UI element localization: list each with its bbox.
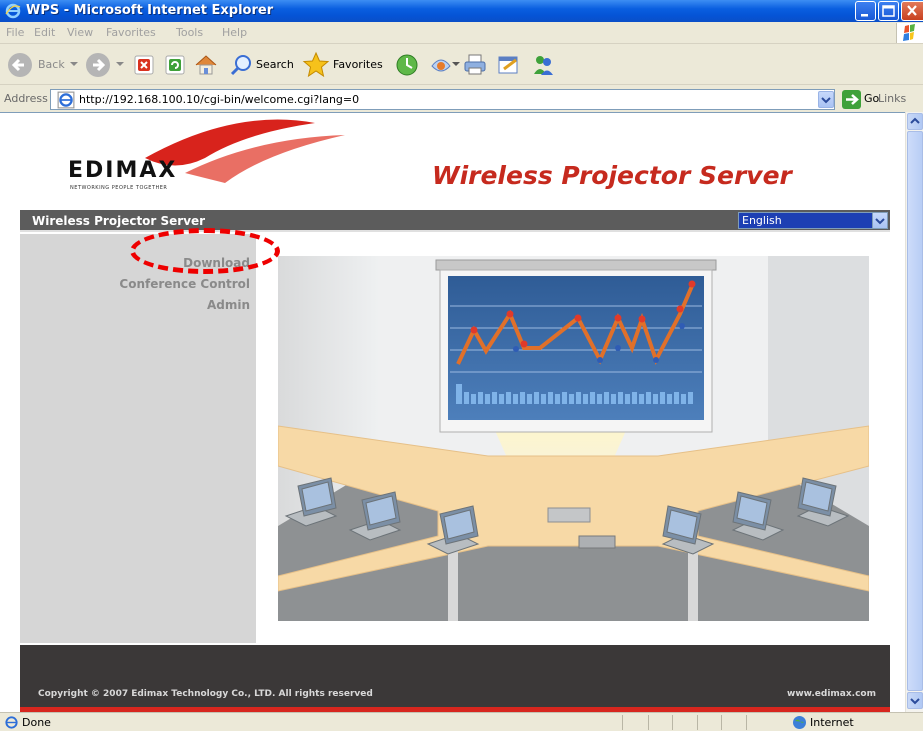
- history-icon[interactable]: [428, 52, 454, 78]
- conference-control-link[interactable]: Conference Control: [119, 277, 250, 291]
- address-dropdown-button[interactable]: [818, 91, 834, 108]
- status-separator: [672, 715, 673, 730]
- favorites-label[interactable]: Favorites: [333, 58, 383, 71]
- go-arrow-icon[interactable]: [842, 90, 861, 109]
- minimize-icon: [861, 14, 868, 17]
- close-icon: [907, 5, 917, 16]
- menu-edit[interactable]: Edit: [34, 26, 55, 39]
- status-separator: [746, 715, 747, 730]
- ie-page-icon: [5, 716, 18, 729]
- title-bar[interactable]: WPS - Microsoft Internet Explorer: [0, 0, 923, 22]
- side-menu: Download Conference Control Admin: [20, 234, 256, 643]
- conference-room-illustration: [278, 256, 869, 621]
- windows-flag-icon: [896, 23, 923, 43]
- security-zone: Internet: [810, 716, 854, 729]
- language-dropdown-button[interactable]: [872, 213, 887, 228]
- page-headline: Wireless Projector Server: [432, 161, 792, 190]
- status-separator: [622, 715, 623, 730]
- browser-window: WPS - Microsoft Internet Explorer File E…: [0, 0, 923, 731]
- stop-icon[interactable]: [133, 54, 155, 76]
- print-icon[interactable]: [462, 52, 488, 78]
- admin-link[interactable]: Admin: [207, 298, 250, 312]
- chevron-down-icon: [910, 698, 920, 705]
- page-viewport: EDIMAX NETWORKING PEOPLE TOGETHER Wirele…: [0, 112, 905, 712]
- address-label: Address: [4, 92, 48, 105]
- back-arrow-icon[interactable]: [6, 51, 34, 79]
- home-icon[interactable]: [193, 52, 219, 78]
- menu-favorites[interactable]: Favorites: [106, 26, 156, 39]
- favorites-star-icon[interactable]: [302, 51, 330, 79]
- search-icon[interactable]: [229, 53, 253, 77]
- ie-icon: [5, 3, 21, 19]
- internet-globe-icon: [793, 716, 806, 729]
- page-footer: Copyright © 2007 Edimax Technology Co., …: [20, 645, 890, 712]
- nav-title: Wireless Projector Server: [32, 214, 206, 228]
- back-label[interactable]: Back: [38, 58, 65, 71]
- links-button[interactable]: Links: [878, 92, 906, 105]
- chevron-down-icon: [821, 97, 831, 104]
- ie-page-icon: [57, 91, 75, 109]
- refresh-icon[interactable]: [164, 54, 186, 76]
- status-bar: Done Internet: [0, 712, 923, 731]
- maximize-icon: [882, 5, 895, 17]
- address-input[interactable]: http://192.168.100.10/cgi-bin/welcome.cg…: [50, 89, 835, 110]
- scroll-down-button[interactable]: [907, 692, 923, 709]
- go-button[interactable]: Go: [864, 92, 879, 105]
- status-separator: [721, 715, 722, 730]
- download-highlight-oval: [130, 228, 280, 274]
- menu-tools[interactable]: Tools: [176, 26, 203, 39]
- search-label[interactable]: Search: [256, 58, 294, 71]
- menu-help[interactable]: Help: [222, 26, 247, 39]
- minimize-button[interactable]: [855, 1, 876, 21]
- window-title: WPS - Microsoft Internet Explorer: [26, 3, 274, 18]
- footer-website-link[interactable]: www.edimax.com: [787, 689, 876, 699]
- chevron-down-icon[interactable]: [452, 62, 460, 68]
- menu-bar: File Edit View Favorites Tools Help: [0, 22, 923, 44]
- edimax-logo: EDIMAX: [68, 158, 178, 183]
- status-separator: [697, 715, 698, 730]
- chevron-down-icon[interactable]: [116, 62, 124, 68]
- status-text: Done: [22, 716, 51, 729]
- address-url[interactable]: http://192.168.100.10/cgi-bin/welcome.cg…: [79, 93, 359, 106]
- menu-file[interactable]: File: [6, 26, 24, 39]
- language-selected-value: English: [742, 214, 782, 227]
- scroll-thumb[interactable]: [907, 131, 923, 691]
- nav-bar: Wireless Projector Server English: [20, 210, 890, 232]
- edit-icon[interactable]: [496, 52, 522, 78]
- messenger-icon[interactable]: [530, 52, 556, 78]
- red-swoosh-graphic: [145, 119, 345, 183]
- address-bar: Address http://192.168.100.10/cgi-bin/we…: [0, 86, 923, 112]
- maximize-button[interactable]: [878, 1, 899, 21]
- media-icon[interactable]: [394, 52, 420, 78]
- chevron-down-icon[interactable]: [70, 62, 78, 68]
- status-separator: [648, 715, 649, 730]
- footer-copyright: Copyright © 2007 Edimax Technology Co., …: [38, 689, 373, 699]
- language-select[interactable]: English: [738, 212, 888, 229]
- close-button[interactable]: [901, 1, 923, 21]
- forward-arrow-icon[interactable]: [84, 51, 112, 79]
- toolbar: Back Search Favorites: [0, 45, 923, 85]
- scroll-up-button[interactable]: [907, 113, 923, 130]
- web-page: EDIMAX NETWORKING PEOPLE TOGETHER Wirele…: [20, 113, 890, 712]
- menu-view[interactable]: View: [67, 26, 93, 39]
- vertical-scrollbar[interactable]: [905, 112, 923, 712]
- chevron-down-icon: [875, 218, 885, 225]
- chevron-up-icon: [910, 117, 920, 124]
- logo-tagline: NETWORKING PEOPLE TOGETHER: [70, 185, 168, 191]
